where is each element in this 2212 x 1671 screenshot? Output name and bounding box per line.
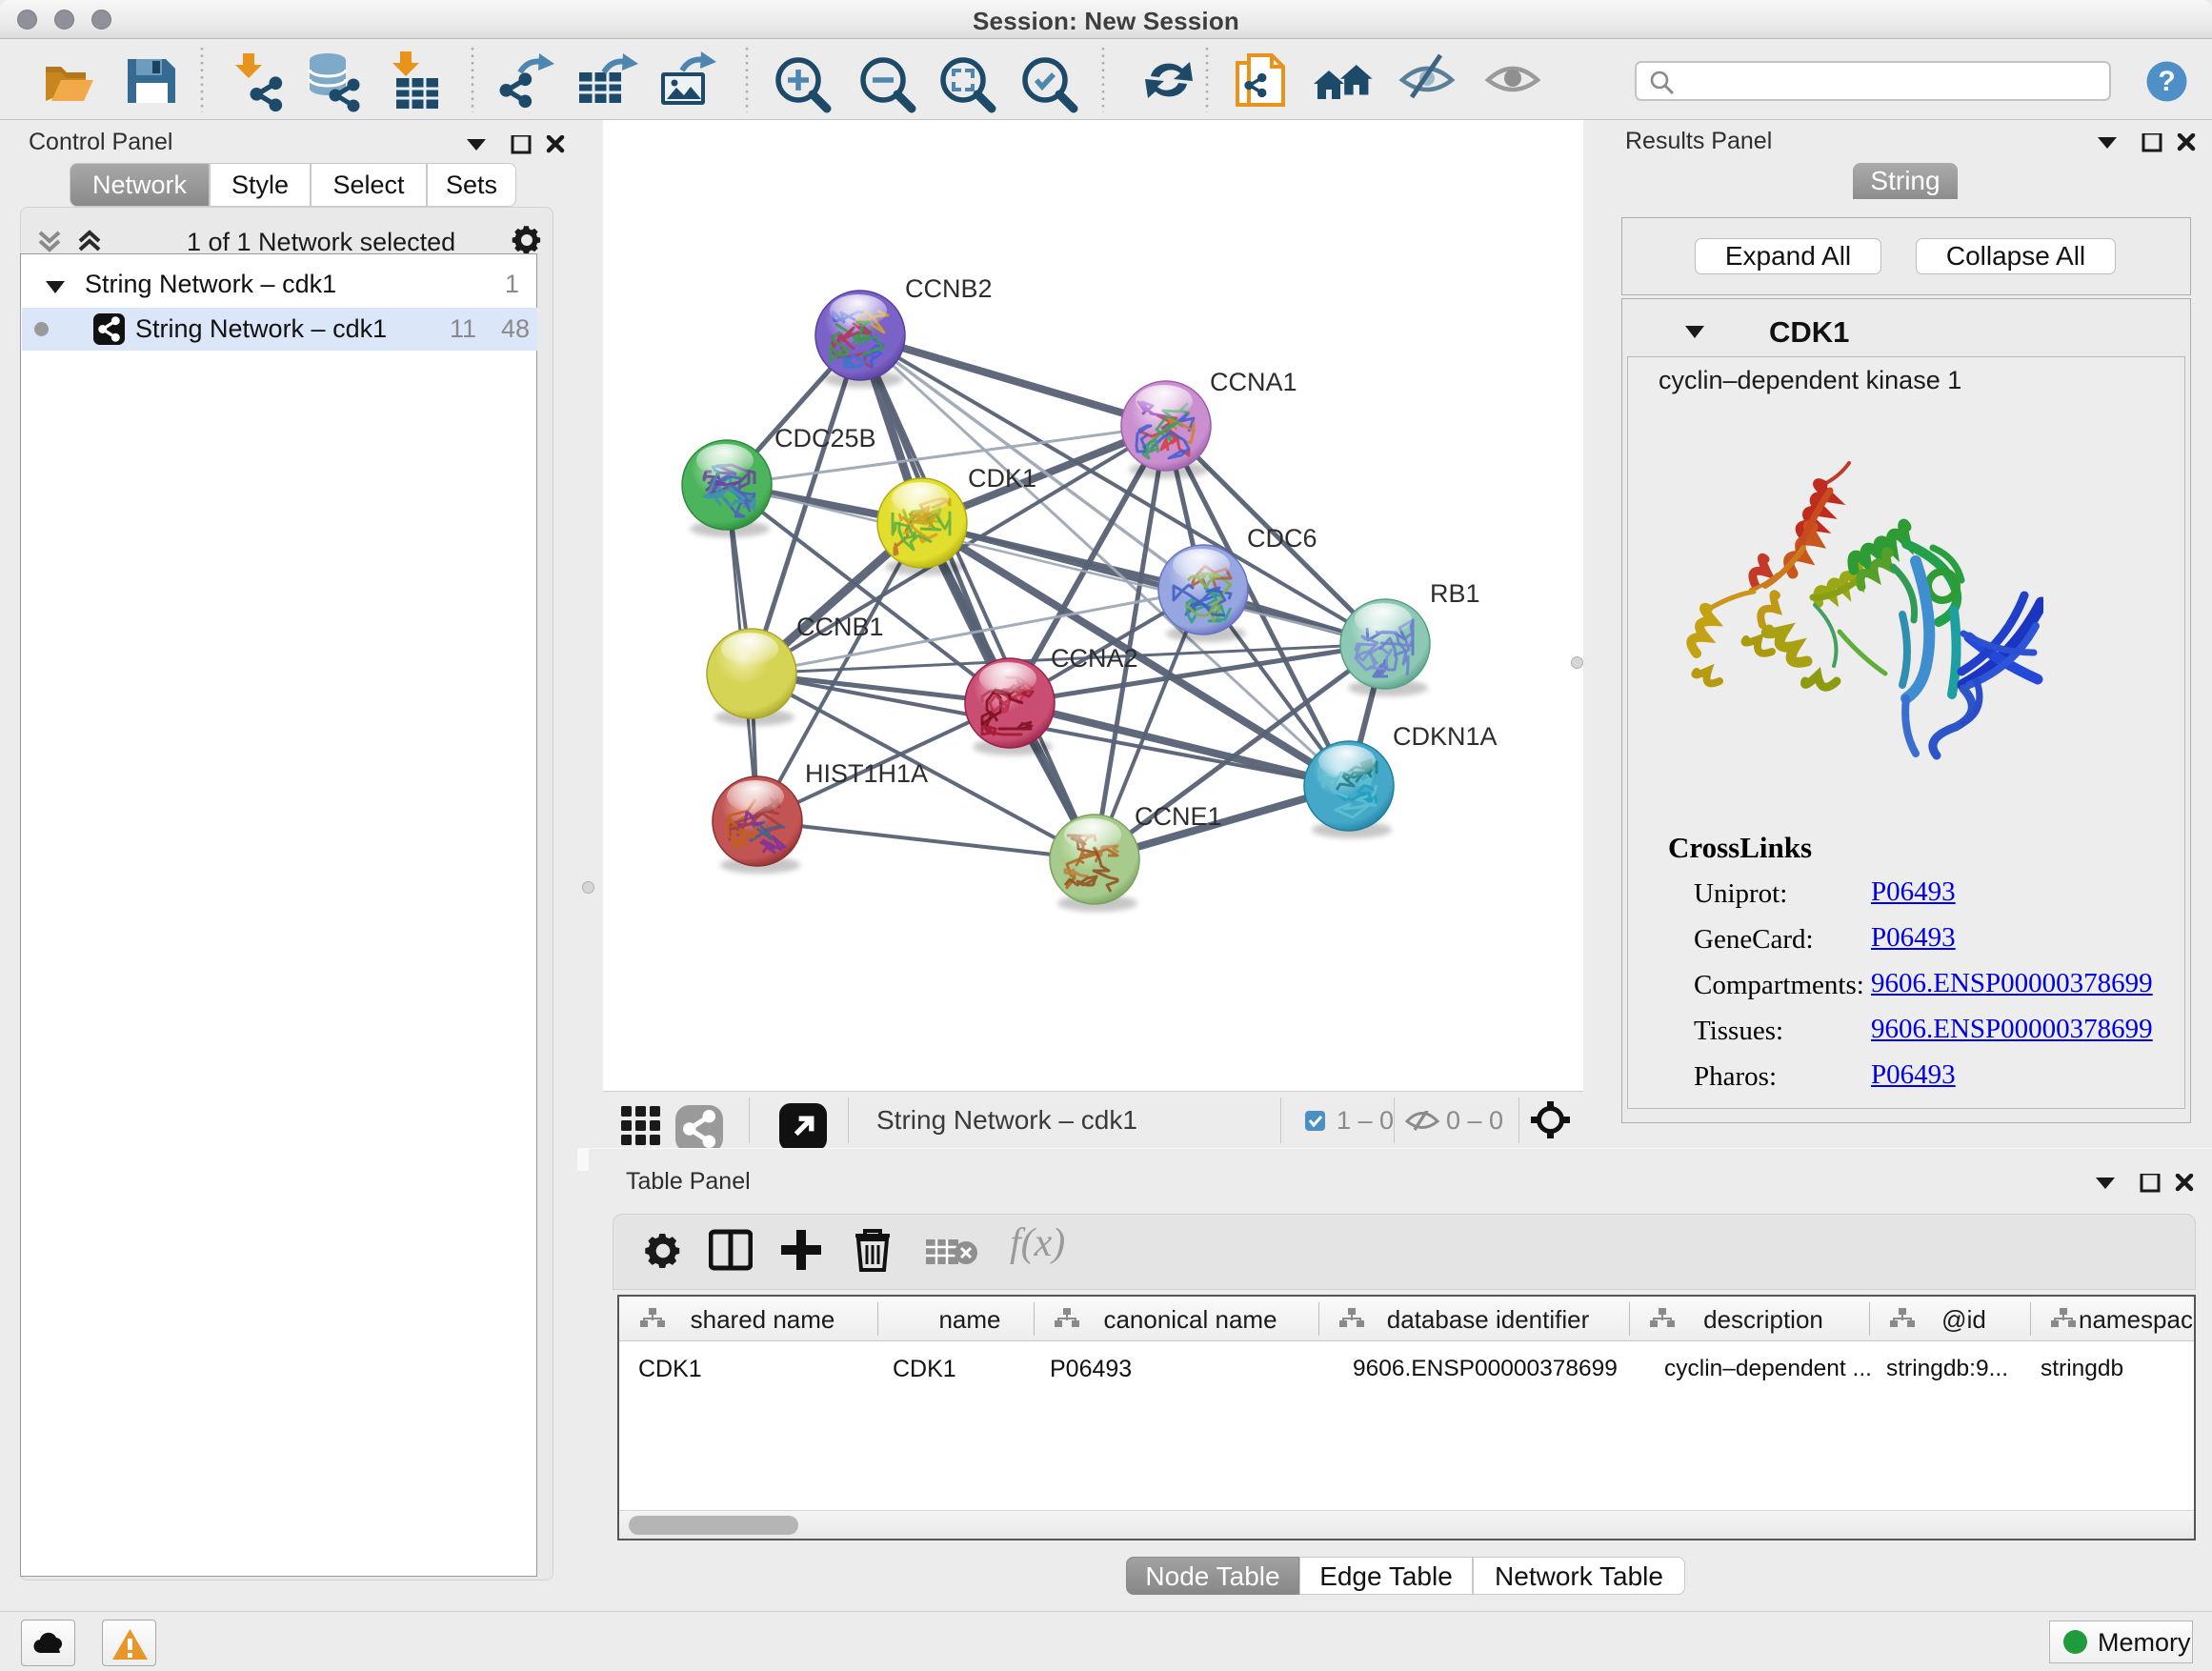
svg-text:CDK1: CDK1 [968, 464, 1036, 493]
svg-text:CCNB1: CCNB1 [796, 613, 884, 641]
svg-text:RB1: RB1 [1430, 579, 1480, 608]
svg-text:CDKN1A: CDKN1A [1393, 722, 1498, 751]
svg-text:CDC6: CDC6 [1247, 524, 1317, 553]
svg-text:HIST1H1A: HIST1H1A [805, 759, 928, 788]
svg-text:?: ? [2158, 66, 2175, 97]
svg-text:CCNA1: CCNA1 [1210, 368, 1297, 396]
svg-text:CCNA2: CCNA2 [1051, 644, 1138, 673]
svg-text:CCNB2: CCNB2 [905, 274, 993, 303]
svg-text:CDC25B: CDC25B [774, 424, 876, 453]
svg-text:CCNE1: CCNE1 [1135, 802, 1222, 831]
